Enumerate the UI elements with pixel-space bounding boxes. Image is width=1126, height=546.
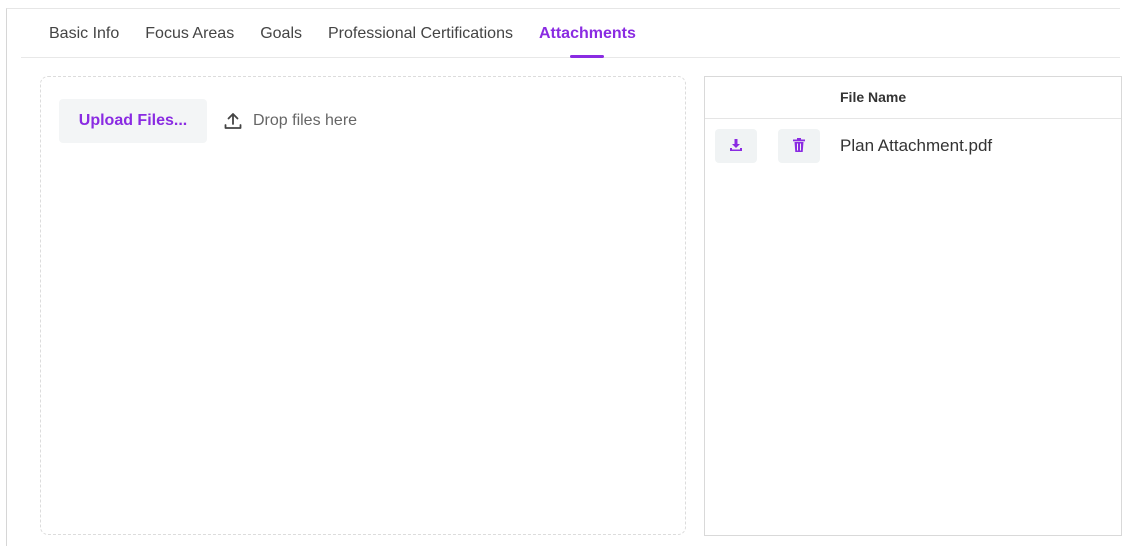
column-header-file-name[interactable]: File Name	[840, 89, 906, 105]
table-row: Plan Attachment.pdf	[705, 119, 1121, 177]
upload-icon	[223, 111, 243, 131]
upload-files-button[interactable]: Upload Files...	[59, 99, 207, 143]
trash-icon	[792, 137, 806, 156]
tab-goals[interactable]: Goals	[247, 25, 315, 57]
file-drop-zone[interactable]: Upload Files... Drop files here	[40, 76, 686, 535]
grid-header: File Name	[705, 77, 1121, 119]
attachments-panel: Basic Info Focus Areas Goals Professiona…	[6, 8, 1122, 546]
attachments-grid: File Name Plan Attachment.pdf	[704, 76, 1122, 536]
drop-hint: Drop files here	[223, 111, 357, 131]
file-name-cell: Plan Attachment.pdf	[840, 136, 993, 155]
page: Basic Info Focus Areas Goals Professiona…	[0, 0, 1126, 546]
tab-bar: Basic Info Focus Areas Goals Professiona…	[21, 9, 1120, 58]
tab-basic-info[interactable]: Basic Info	[21, 25, 132, 57]
drop-hint-text: Drop files here	[253, 112, 358, 129]
delete-button[interactable]	[778, 129, 820, 163]
tab-professional-certifications[interactable]: Professional Certifications	[315, 25, 526, 57]
download-button[interactable]	[715, 129, 757, 163]
tab-focus-areas[interactable]: Focus Areas	[132, 25, 247, 57]
download-icon	[728, 137, 744, 156]
tab-attachments[interactable]: Attachments	[526, 25, 649, 57]
